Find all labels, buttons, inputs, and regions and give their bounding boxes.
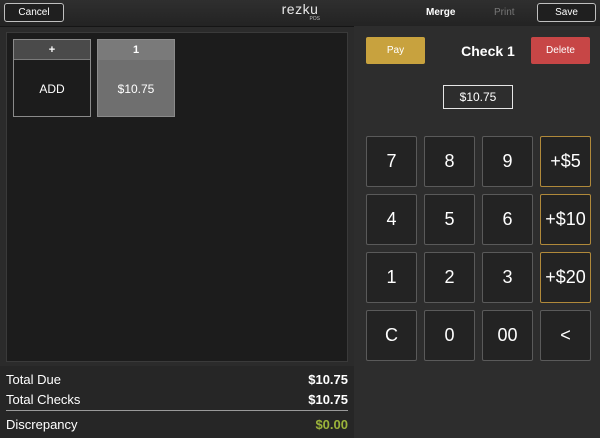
logo-text: rezku xyxy=(281,1,319,17)
payment-panel: Pay Check 1 Delete $10.75 7 8 9 +$5 4 5 … xyxy=(354,26,600,438)
total-checks-value: $10.75 xyxy=(308,392,348,407)
key-6[interactable]: 6 xyxy=(482,194,533,245)
total-due-label: Total Due xyxy=(6,372,61,387)
backspace-key[interactable]: < xyxy=(540,310,591,361)
top-bar: Cancel rezku POS Merge Print Save xyxy=(0,0,600,27)
totals-divider xyxy=(6,410,348,411)
amount-display[interactable]: $10.75 xyxy=(443,85,513,109)
add-tile-label: ADD xyxy=(14,60,90,116)
total-due-row: Total Due $10.75 xyxy=(6,372,348,390)
key-8[interactable]: 8 xyxy=(424,136,475,187)
total-due-value: $10.75 xyxy=(308,372,348,387)
total-checks-row: Total Checks $10.75 xyxy=(6,392,348,410)
key-3[interactable]: 3 xyxy=(482,252,533,303)
quick-add-5-button[interactable]: +$5 xyxy=(540,136,591,187)
discrepancy-row: Discrepancy $0.00 xyxy=(6,417,348,435)
check-tile-1[interactable]: 1 $10.75 xyxy=(97,39,175,117)
save-button[interactable]: Save xyxy=(537,3,596,22)
cancel-button[interactable]: Cancel xyxy=(4,3,64,22)
key-2[interactable]: 2 xyxy=(424,252,475,303)
key-7[interactable]: 7 xyxy=(366,136,417,187)
rezku-logo: rezku POS xyxy=(280,2,320,22)
print-button[interactable]: Print xyxy=(494,7,515,18)
key-00[interactable]: 00 xyxy=(482,310,533,361)
add-tile-header: + xyxy=(14,40,90,60)
check-tile-number: 1 xyxy=(98,40,174,60)
key-1[interactable]: 1 xyxy=(366,252,417,303)
checks-panel: + ADD 1 $10.75 xyxy=(6,32,348,362)
discrepancy-label: Discrepancy xyxy=(6,417,78,432)
key-5[interactable]: 5 xyxy=(424,194,475,245)
totals-section: Total Due $10.75 Total Checks $10.75 Dis… xyxy=(0,366,354,438)
merge-button[interactable]: Merge xyxy=(426,7,455,18)
clear-key[interactable]: C xyxy=(366,310,417,361)
discrepancy-value: $0.00 xyxy=(315,417,348,432)
key-4[interactable]: 4 xyxy=(366,194,417,245)
delete-button[interactable]: Delete xyxy=(531,37,590,64)
check-title: Check 1 xyxy=(461,43,515,59)
quick-add-20-button[interactable]: +$20 xyxy=(540,252,591,303)
add-check-tile[interactable]: + ADD xyxy=(13,39,91,117)
check-tile-amount: $10.75 xyxy=(98,60,174,116)
key-0[interactable]: 0 xyxy=(424,310,475,361)
pay-button[interactable]: Pay xyxy=(366,37,425,64)
key-9[interactable]: 9 xyxy=(482,136,533,187)
total-checks-label: Total Checks xyxy=(6,392,81,407)
quick-add-10-button[interactable]: +$10 xyxy=(540,194,591,245)
